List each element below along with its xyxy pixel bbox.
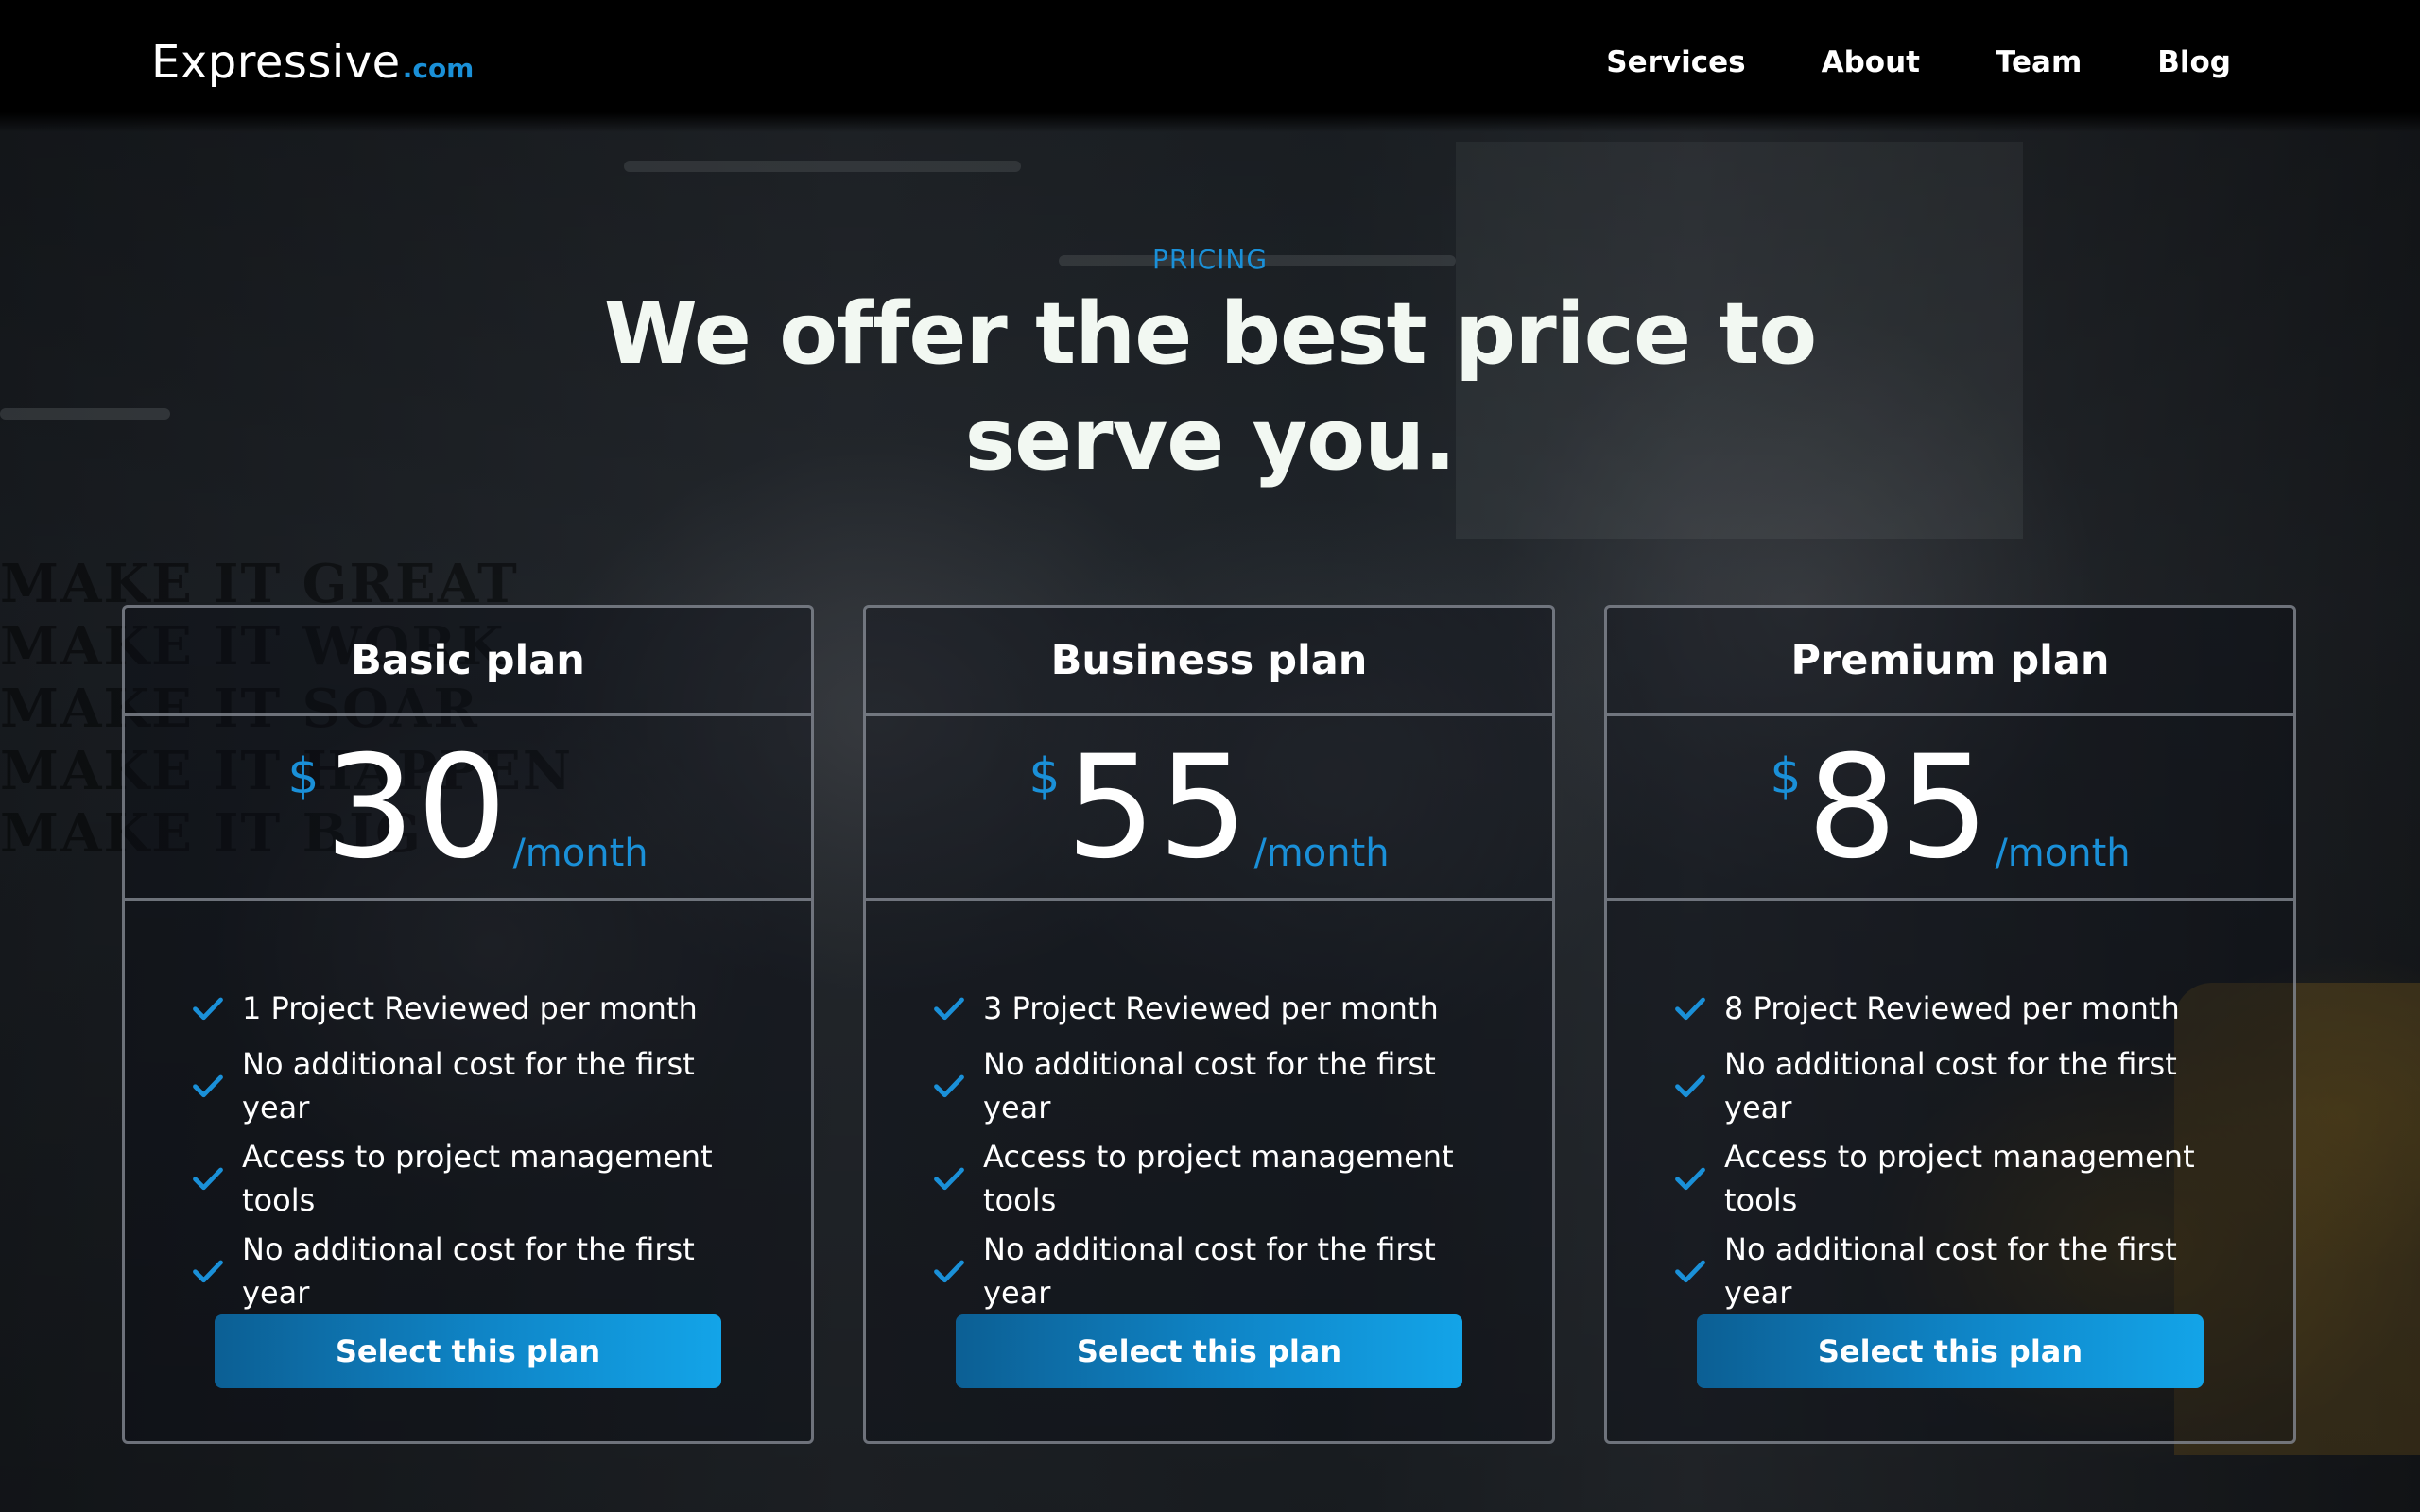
section-eyebrow: PRICING: [1151, 244, 1269, 275]
nav-item-services[interactable]: Services: [1606, 45, 1745, 79]
brand-tld: .com: [402, 53, 475, 84]
feature-item: No additional cost for the first year: [191, 1042, 811, 1129]
check-icon: [934, 1260, 964, 1283]
site-header: Expressive .com Services About Team Blog: [0, 0, 2420, 132]
plan-price: $ 30 /month: [125, 716, 811, 901]
check-icon: [934, 1074, 964, 1098]
plan-price: $ 55 /month: [866, 716, 1552, 901]
check-icon: [1675, 1167, 1705, 1191]
check-icon: [193, 1167, 223, 1191]
feature-list: 3 Project Reviewed per month No addition…: [866, 901, 1552, 1314]
feature-item: Access to project management tools: [1673, 1133, 2293, 1224]
price-amount: 30: [324, 726, 510, 890]
check-icon: [934, 1167, 964, 1191]
section-headline: We offer the best price to serve you.: [603, 284, 1817, 490]
price-currency: $: [287, 748, 320, 805]
price-period: /month: [512, 832, 648, 875]
feature-text: No additional cost for the first year: [242, 1231, 695, 1311]
feature-text: No additional cost for the first year: [1724, 1231, 2177, 1311]
feature-list: 1 Project Reviewed per month No addition…: [125, 901, 811, 1314]
price-period: /month: [1253, 832, 1390, 875]
nav-item-team[interactable]: Team: [1996, 45, 2082, 79]
select-plan-button[interactable]: Select this plan: [215, 1314, 721, 1388]
check-icon: [1675, 1260, 1705, 1283]
plan-title: Basic plan: [125, 608, 811, 716]
feature-text: Access to project management tools: [242, 1139, 713, 1218]
price-currency: $: [1770, 748, 1802, 805]
select-plan-button[interactable]: Select this plan: [956, 1314, 1462, 1388]
brand-logo[interactable]: Expressive .com: [151, 36, 474, 89]
feature-item: 1 Project Reviewed per month: [191, 978, 811, 1039]
feature-item: No additional cost for the first year: [1673, 1042, 2293, 1129]
check-icon: [193, 1074, 223, 1098]
feature-item: No additional cost for the first year: [932, 1042, 1552, 1129]
check-icon: [1675, 1074, 1705, 1098]
main-nav: Services About Team Blog: [1530, 45, 2231, 79]
price-amount: 55: [1065, 726, 1251, 890]
feature-item: 3 Project Reviewed per month: [932, 978, 1552, 1039]
feature-text: 3 Project Reviewed per month: [983, 990, 1439, 1026]
brand-name: Expressive: [151, 36, 401, 89]
nav-item-blog[interactable]: Blog: [2157, 45, 2231, 79]
feature-text: No additional cost for the first year: [1724, 1046, 2177, 1125]
plan-card-basic: Basic plan $ 30 /month 1 Project Reviewe…: [122, 605, 814, 1444]
feature-item: Access to project management tools: [191, 1133, 811, 1224]
plan-card-premium: Premium plan $ 85 /month 8 Project Revie…: [1604, 605, 2296, 1444]
feature-item: No additional cost for the first year: [191, 1228, 811, 1314]
feature-text: No additional cost for the first year: [983, 1231, 1436, 1311]
feature-text: 8 Project Reviewed per month: [1724, 990, 2180, 1026]
background-lamp: [624, 161, 1021, 172]
page: MAKE IT GREAT MAKE IT WORK MAKE IT SOAR MAK…: [0, 0, 2420, 1512]
plan-price: $ 85 /month: [1607, 716, 2293, 901]
price-currency: $: [1028, 748, 1061, 805]
feature-item: No additional cost for the first year: [932, 1228, 1552, 1314]
feature-item: Access to project management tools: [932, 1133, 1552, 1224]
background-lamp: [0, 408, 170, 420]
feature-text: Access to project management tools: [1724, 1139, 2195, 1218]
feature-item: No additional cost for the first year: [1673, 1228, 2293, 1314]
feature-text: No additional cost for the first year: [242, 1046, 695, 1125]
plan-card-business: Business plan $ 55 /month 3 Project Revi…: [863, 605, 1555, 1444]
check-icon: [934, 997, 964, 1021]
plan-title: Business plan: [866, 608, 1552, 716]
feature-item: 8 Project Reviewed per month: [1673, 978, 2293, 1039]
select-plan-button[interactable]: Select this plan: [1697, 1314, 2204, 1388]
feature-list: 8 Project Reviewed per month No addition…: [1607, 901, 2293, 1314]
price-period: /month: [1995, 832, 2131, 875]
check-icon: [193, 997, 223, 1021]
feature-text: No additional cost for the first year: [983, 1046, 1436, 1125]
feature-text: 1 Project Reviewed per month: [242, 990, 698, 1026]
check-icon: [193, 1260, 223, 1283]
feature-text: Access to project management tools: [983, 1139, 1454, 1218]
plan-title: Premium plan: [1607, 608, 2293, 716]
nav-item-about[interactable]: About: [1822, 45, 1920, 79]
check-icon: [1675, 997, 1705, 1021]
price-amount: 85: [1806, 726, 1992, 890]
